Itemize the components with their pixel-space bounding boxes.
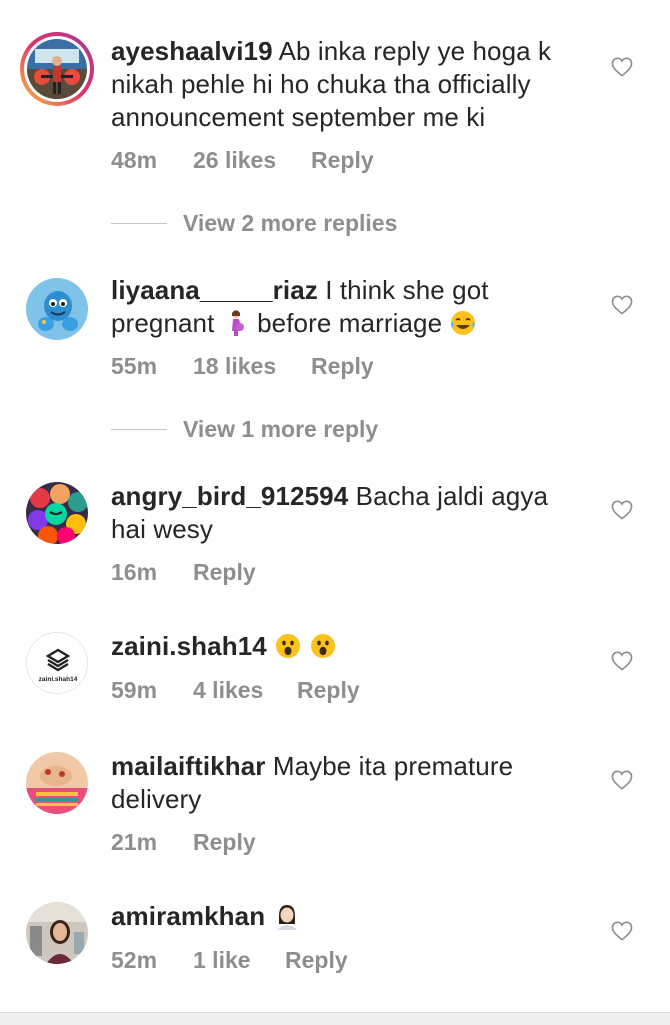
surprised-face-emoji — [274, 632, 302, 660]
avatar-image — [26, 902, 88, 964]
heart-outline-icon — [611, 295, 633, 315]
avatar-image — [26, 482, 88, 544]
avatar[interactable] — [26, 278, 88, 340]
comment-time: 48m — [111, 147, 158, 173]
comment-likes[interactable]: 1 like — [193, 947, 251, 974]
tears-of-joy-emoji — [449, 309, 477, 337]
surprised-face-emoji — [309, 632, 337, 660]
comment-text: ayeshaalvi19 Ab inka reply ye hoga k nik… — [111, 35, 581, 134]
avatar-image — [27, 39, 87, 99]
comment-likes[interactable]: 26 likes — [193, 147, 276, 174]
reply-button[interactable]: Reply — [311, 353, 374, 380]
comment-username[interactable]: angry_bird_912594 — [111, 481, 348, 511]
avatar[interactable] — [26, 752, 88, 814]
heart-outline-icon — [611, 921, 633, 941]
comment-text: amiramkhan — [111, 900, 581, 933]
avatar[interactable] — [26, 482, 88, 544]
like-button[interactable] — [611, 57, 633, 77]
heart-outline-icon — [611, 57, 633, 77]
avatar-image — [26, 278, 88, 340]
pregnant-woman-emoji — [222, 309, 250, 337]
comment-time: 55m — [111, 353, 158, 379]
view-more-replies-label[interactable]: View 1 more reply — [183, 416, 378, 443]
comment-username[interactable]: amiramkhan — [111, 901, 265, 931]
bottom-divider — [0, 1012, 670, 1025]
like-button[interactable] — [611, 770, 633, 790]
divider-line — [111, 223, 167, 224]
comment-text: angry_bird_912594 Bacha jaldi agya hai w… — [111, 480, 581, 546]
comment-text: liyaana_____riaz I think she got pregnan… — [111, 274, 581, 340]
view-more-replies[interactable]: View 1 more reply — [111, 416, 511, 446]
comment-time: 21m — [111, 829, 158, 855]
like-button[interactable] — [611, 500, 633, 520]
comment-text: mailaiftikhar Maybe ita premature delive… — [111, 750, 581, 816]
comment-username[interactable]: liyaana_____riaz — [111, 275, 318, 305]
comment-body: before marriage — [257, 308, 443, 338]
reply-button[interactable]: Reply — [311, 147, 374, 174]
heart-outline-icon — [611, 651, 633, 671]
reply-button[interactable]: Reply — [297, 677, 360, 704]
comment-username[interactable]: mailaiftikhar — [111, 751, 265, 781]
comment-time: 16m — [111, 559, 158, 585]
comment-username[interactable]: zaini.shah14 — [111, 631, 267, 661]
avatar-image: zaini.shah14 — [27, 633, 87, 693]
reply-button[interactable]: Reply — [193, 829, 256, 856]
avatar[interactable] — [20, 32, 94, 106]
comment-username[interactable]: ayeshaalvi19 — [111, 36, 273, 66]
avatar[interactable] — [26, 902, 88, 964]
heart-outline-icon — [611, 770, 633, 790]
comment-time: 59m — [111, 677, 158, 703]
comment-likes[interactable]: 18 likes — [193, 353, 276, 380]
heart-outline-icon — [611, 500, 633, 520]
divider-line — [111, 429, 167, 430]
avatar-logo-text: zaini.shah14 — [39, 676, 78, 683]
comment-time: 52m — [111, 947, 158, 973]
like-button[interactable] — [611, 651, 633, 671]
like-button[interactable] — [611, 295, 633, 315]
like-button[interactable] — [611, 921, 633, 941]
reply-button[interactable]: Reply — [285, 947, 348, 974]
comment-text: zaini.shah14 — [111, 630, 581, 663]
view-more-replies-label[interactable]: View 2 more replies — [183, 210, 397, 237]
avatar-image — [26, 752, 88, 814]
avatar[interactable]: zaini.shah14 — [26, 632, 88, 694]
reply-button[interactable]: Reply — [193, 559, 256, 586]
view-more-replies[interactable]: View 2 more replies — [111, 210, 511, 240]
woman-facepalming-emoji — [273, 902, 301, 930]
comment-likes[interactable]: 4 likes — [193, 677, 263, 704]
